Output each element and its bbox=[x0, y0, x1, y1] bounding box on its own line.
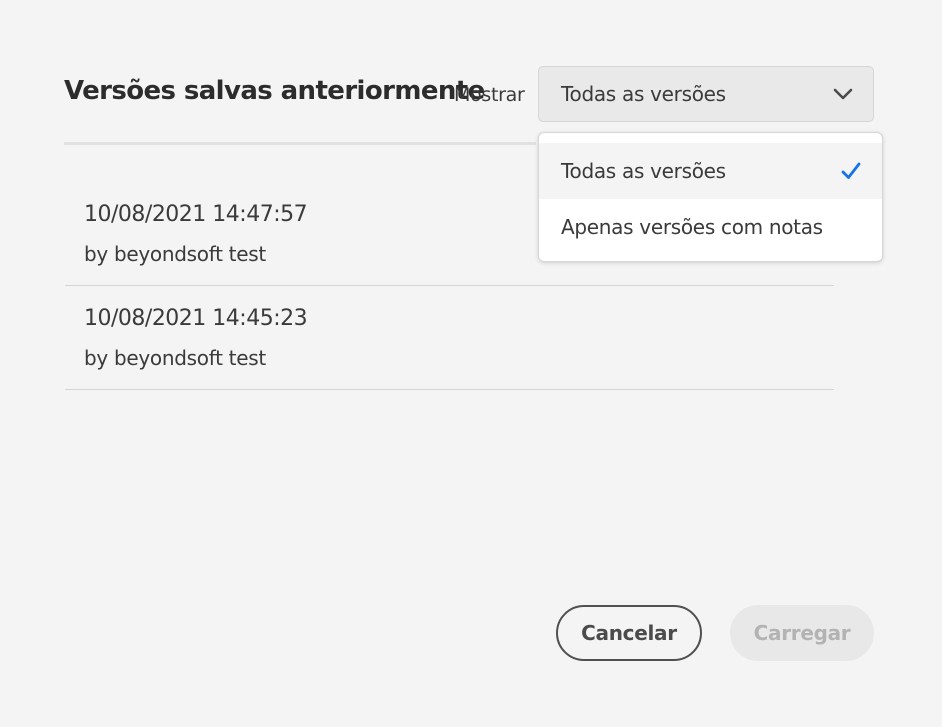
version-datetime: 10/08/2021 14:45:23 bbox=[84, 306, 308, 331]
checkmark-icon bbox=[841, 162, 861, 179]
version-row[interactable]: 10/08/2021 14:45:23 by beyondsoft test bbox=[65, 286, 834, 390]
version-datetime: 10/08/2021 14:47:57 bbox=[84, 202, 308, 227]
picker-selected-value: Todas as versões bbox=[561, 82, 726, 106]
load-button[interactable]: Carregar bbox=[730, 605, 874, 661]
filter-dropdown-menu: Todas as versões Apenas versões com nota… bbox=[538, 132, 883, 262]
menu-item-label: Todas as versões bbox=[561, 159, 726, 183]
version-author: by beyondsoft test bbox=[84, 346, 266, 370]
version-filter-picker[interactable]: Todas as versões bbox=[538, 66, 874, 122]
dialog-title: Versões salvas anteriormente bbox=[64, 76, 485, 106]
version-author: by beyondsoft test bbox=[84, 242, 266, 266]
cancel-button[interactable]: Cancelar bbox=[556, 605, 702, 661]
chevron-down-icon bbox=[833, 88, 853, 100]
menu-item-label: Apenas versões com notas bbox=[561, 215, 823, 239]
versions-dialog: Versões salvas anteriormente Mostrar Tod… bbox=[0, 0, 942, 727]
menu-item-versions-with-notes[interactable]: Apenas versões com notas bbox=[539, 199, 882, 255]
header-divider bbox=[64, 142, 536, 145]
menu-item-all-versions[interactable]: Todas as versões bbox=[539, 143, 882, 199]
show-filter-label: Mostrar bbox=[454, 84, 525, 106]
